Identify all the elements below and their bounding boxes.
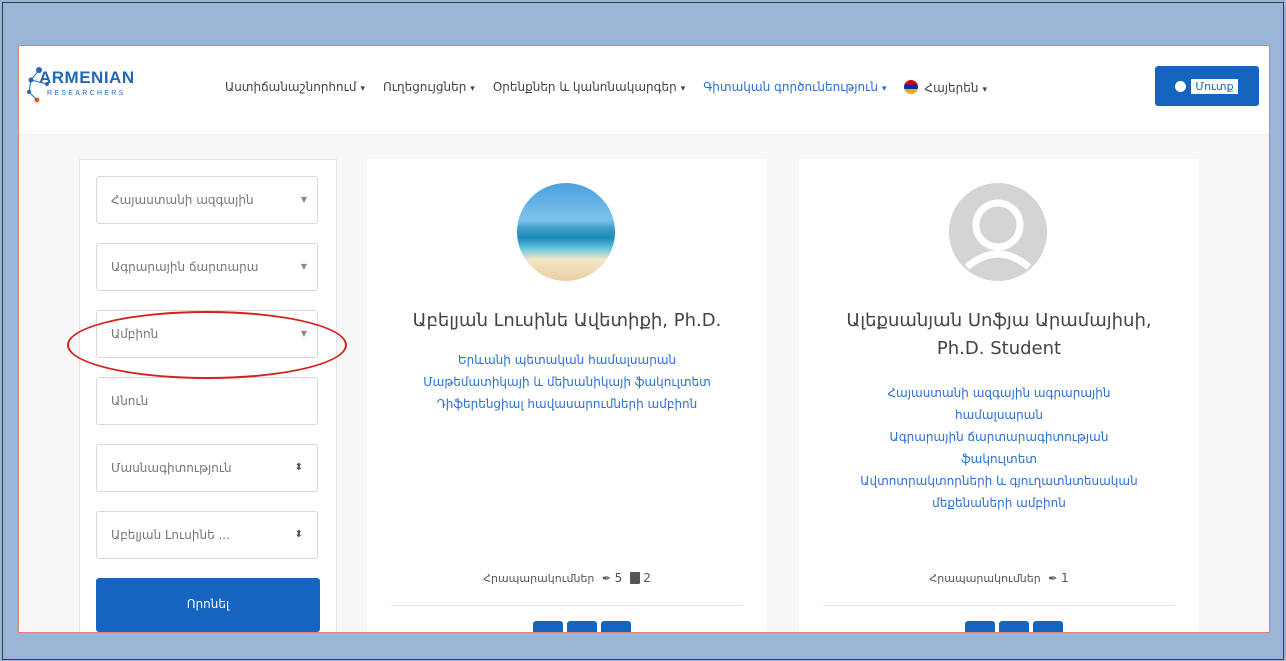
- divider: [391, 605, 743, 606]
- divider: [823, 605, 1175, 606]
- logo-text: ARMENIAN: [39, 68, 135, 88]
- armenia-flag-icon: [904, 80, 919, 94]
- site-logo[interactable]: ARMENIAN RESEARCHERS: [25, 62, 165, 106]
- caret-down-icon: ▼: [300, 329, 307, 338]
- login-label: Մուտք: [1190, 77, 1239, 95]
- language-label: Հայերեն: [924, 81, 979, 95]
- nav-item-label: Գիտական գործունեություն: [703, 80, 878, 94]
- card-action-button[interactable]: [965, 621, 995, 632]
- caret-down-icon: ▼: [300, 195, 307, 204]
- card-action-button[interactable]: [567, 621, 597, 632]
- books-count: 2: [643, 571, 651, 585]
- faculty-value: Ագրարային ճարտարա: [111, 260, 259, 274]
- avatar: [517, 183, 615, 281]
- pen-icon: ✒: [601, 572, 612, 585]
- faculty-link[interactable]: Ագրարային ճարտարագիտության: [819, 426, 1179, 448]
- sort-updown-icon: ⬍: [294, 462, 303, 473]
- faculty-link[interactable]: Մաթեմատիկայի և մեխանիկայի ֆակուլտետ: [387, 371, 747, 393]
- nav-item-label: Ուղեցույցներ: [382, 80, 467, 94]
- nav-item-degrees[interactable]: Աստիճանաշնորհում ▾: [225, 80, 365, 95]
- university-select[interactable]: Հայաստանի ազգային ▼: [96, 176, 318, 224]
- nav-item-guides[interactable]: Ուղեցույցներ ▾: [383, 80, 475, 95]
- university-link-cont[interactable]: համալսարան: [819, 404, 1179, 426]
- login-button[interactable]: Մուտք: [1155, 66, 1259, 106]
- nav-item-research[interactable]: Գիտական գործունեություն ▾: [703, 80, 886, 95]
- chair-value: Ամբիոն: [111, 327, 159, 341]
- chevron-down-icon: ▾: [982, 85, 987, 95]
- publications-stats: Հրապարակումներ ✒ 1: [799, 571, 1199, 585]
- user-icon: [1175, 80, 1187, 92]
- chair-link[interactable]: Ավտոտրակտորների և գյուղատնտեսական: [819, 470, 1179, 492]
- page-frame: ARMENIAN RESEARCHERS Աստիճանաշնորհում ▾ Ո…: [18, 45, 1270, 633]
- chevron-down-icon: ▾: [881, 84, 887, 94]
- nav-item-label: Օրենքներ և կանոնակարգեր: [492, 80, 677, 94]
- card-action-button[interactable]: [1033, 621, 1063, 632]
- language-selector[interactable]: Հայերեն ▾: [904, 80, 987, 95]
- navbar: ARMENIAN RESEARCHERS Աստիճանաշնորհում ▾ Ո…: [19, 46, 1269, 135]
- researcher-degree: Ph.D. Student: [936, 338, 1062, 359]
- book-icon: [629, 572, 640, 584]
- publications-count: 1: [1060, 571, 1069, 585]
- publications-label: Հրապարակումներ: [483, 572, 595, 585]
- nav-item-label: Աստիճանաշնորհում: [225, 80, 357, 94]
- chair-link[interactable]: Դիֆերենցիալ հավասարումների ամբիոն: [387, 393, 747, 415]
- card-action-button[interactable]: [533, 621, 563, 632]
- chevron-down-icon: ▾: [470, 84, 475, 94]
- card-action-button[interactable]: [601, 621, 631, 632]
- search-filters: Հայաստանի ազգային ▼ Ագրարային ճարտարա ▼ …: [79, 159, 337, 632]
- faculty-select[interactable]: Ագրարային ճարտարա ▼: [96, 243, 318, 291]
- university-link[interactable]: Երևանի պետական համալսարան: [387, 349, 747, 371]
- researcher-card[interactable]: Ալեքսանյան Սոֆյա Արամայիսի, Ph.D. Studen…: [799, 159, 1199, 632]
- nav-menu: Աստիճանաշնորհում ▾ Ուղեցույցներ ▾ Օրենքներ…: [225, 80, 1005, 95]
- specialty-value: Մասնագիտություն: [111, 461, 232, 475]
- caret-down-icon: ▼: [300, 262, 307, 271]
- name-field[interactable]: [96, 377, 318, 425]
- publications-stats: Հրապարակումներ ✒ 5 2: [367, 571, 767, 585]
- card-action-button[interactable]: [999, 621, 1029, 632]
- chevron-down-icon: ▾: [360, 84, 365, 94]
- search-button[interactable]: Որոնել: [96, 578, 320, 632]
- logo-main: ARMENIAN: [39, 68, 135, 87]
- nav-item-laws[interactable]: Օրենքներ և կանոնակարգեր ▾: [493, 80, 685, 95]
- chair-select[interactable]: Ամբիոն ▼: [96, 310, 318, 358]
- researcher-name[interactable]: Ալեքսանյան Սոֆյա Արամայիսի, Ph.D. Studen…: [799, 307, 1199, 363]
- logo-subtitle: RESEARCHERS: [47, 90, 126, 97]
- person-select[interactable]: Աբելյան Լուսինե ... ⬍: [96, 511, 318, 559]
- researcher-name-line: Ալեքսանյան Սոֆյա Արամայիսի,: [846, 310, 1152, 331]
- pen-icon: ✒: [1048, 572, 1058, 585]
- specialty-select[interactable]: Մասնագիտություն ⬍: [96, 444, 318, 492]
- name-input[interactable]: [97, 378, 313, 424]
- sort-updown-icon: ⬍: [294, 529, 303, 540]
- university-link[interactable]: Հայաստանի ազգային ագրարային: [819, 382, 1179, 404]
- chair-link-cont[interactable]: մեքենաների ամբիոն: [819, 492, 1179, 514]
- researcher-card[interactable]: Աբելյան Լուսինե Ավետիքի, Ph.D. Երևանի պե…: [367, 159, 767, 632]
- faculty-link-cont[interactable]: ֆակուլտետ: [819, 448, 1179, 470]
- publications-count: 5: [614, 571, 623, 585]
- person-value: Աբելյան Լուսինե ...: [111, 528, 230, 542]
- researcher-name[interactable]: Աբելյան Լուսինե Ավետիքի, Ph.D.: [367, 307, 767, 335]
- publications-label: Հրապարակումներ: [929, 572, 1041, 585]
- chevron-down-icon: ▾: [680, 84, 686, 94]
- university-value: Հայաստանի ազգային: [111, 193, 254, 207]
- default-avatar-icon: [949, 183, 1047, 281]
